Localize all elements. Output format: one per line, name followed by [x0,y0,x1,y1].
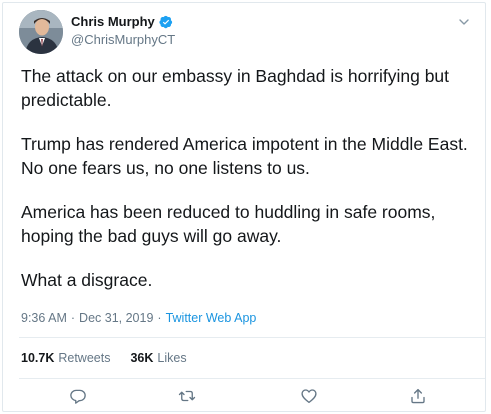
divider [19,378,485,379]
tweet-paragraph: What a disgrace. [21,270,153,290]
tweet-actions [3,387,487,409]
reply-icon[interactable] [69,387,87,405]
heart-icon[interactable] [300,387,318,405]
meta-separator: · [70,311,76,325]
retweet-icon[interactable] [178,387,196,405]
tweet-text: The attack on our embassy in Baghdad is … [21,64,481,292]
tweet-paragraph: The attack on our embassy in Baghdad is … [21,66,450,110]
share-icon[interactable] [409,387,427,405]
retweets-count: 10.7K [21,351,55,365]
tweet-time[interactable]: 9:36 AM [21,311,67,325]
tweet-paragraph: Trump has rendered America impotent in t… [21,134,468,178]
display-name[interactable]: Chris Murphy [71,14,155,29]
meta-separator: · [157,311,162,325]
tweet-source-link[interactable]: Twitter Web App [166,311,257,325]
likes-stat[interactable]: 36K Likes [130,351,186,365]
tweet-metadata: 9:36 AM · Dec 31, 2019 · Twitter Web App [21,311,256,325]
tweet-card: Chris Murphy @ChrisMurphyCT The attack o… [2,2,486,412]
verified-badge-icon [159,15,173,29]
retweets-label: Retweets [58,351,111,365]
tweet-paragraph: America has been reduced to huddling in … [21,202,436,246]
divider [19,337,485,338]
author-name-row: Chris Murphy [71,14,173,29]
likes-label: Likes [157,351,187,365]
avatar[interactable] [19,10,63,54]
likes-count: 36K [130,351,154,365]
tweet-date[interactable]: Dec 31, 2019 [79,311,153,325]
retweets-stat[interactable]: 10.7K Retweets [21,351,110,365]
handle[interactable]: @ChrisMurphyCT [71,32,175,47]
tweet-stats: 10.7K Retweets 36K Likes [21,351,207,365]
chevron-down-icon[interactable] [457,15,471,29]
